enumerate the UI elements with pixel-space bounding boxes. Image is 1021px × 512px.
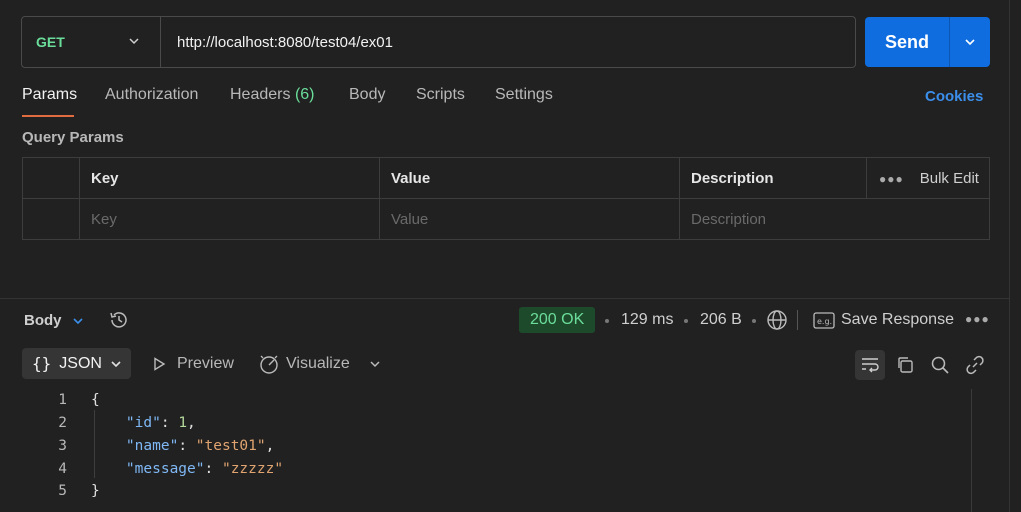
column-header-description: Description — [679, 158, 866, 198]
json-punct: , — [187, 415, 196, 432]
code-line: 3 "name": "test01", — [0, 435, 970, 458]
json-key: "message" — [125, 460, 205, 477]
tab-scripts[interactable]: Scripts — [416, 86, 465, 104]
separator-dot — [605, 319, 609, 323]
chevron-down-icon — [965, 39, 975, 46]
search-button[interactable] — [925, 350, 955, 380]
json-key: "id" — [125, 415, 161, 432]
code-line: 1 { — [0, 389, 970, 412]
link-button[interactable] — [960, 350, 990, 380]
json-key: "name" — [125, 437, 179, 454]
column-header-value: Value — [379, 158, 679, 198]
code-text: "name": "test01", — [125, 437, 275, 454]
url-bar: GET http://localhost:8080/test04/ex01 — [21, 16, 856, 68]
separator-dot — [752, 319, 756, 323]
tab-body[interactable]: Body — [349, 86, 385, 104]
toolbar-divider — [797, 310, 798, 330]
format-label: JSON — [59, 354, 102, 372]
wrap-lines-button[interactable] — [855, 350, 885, 380]
json-value: "zzzzz" — [221, 460, 284, 477]
globe-icon[interactable] — [765, 308, 789, 332]
code-text: { — [91, 392, 100, 409]
code-text: "id": 1, — [125, 415, 196, 432]
code-line: 4 "message": "zzzzz" — [0, 457, 970, 480]
table-header-row: Key Value Description ●●● Bulk Edit — [23, 158, 989, 199]
response-header: Body 200 OK 129 ms 206 B e.g. Save Respo… — [0, 304, 1010, 336]
chevron-down-icon — [129, 38, 139, 45]
code-text: } — [91, 483, 100, 500]
more-options-icon[interactable]: ●●● — [965, 312, 990, 326]
query-params-title: Query Params — [22, 129, 124, 146]
visualize-button[interactable]: Visualize — [286, 355, 350, 373]
preview-button[interactable]: Preview — [177, 355, 234, 373]
history-icon[interactable] — [108, 309, 130, 331]
response-size[interactable]: 206 B — [700, 311, 742, 329]
line-number: 1 — [58, 392, 67, 409]
tab-settings[interactable]: Settings — [495, 86, 553, 104]
tab-params[interactable]: Params — [22, 86, 77, 104]
search-icon — [931, 356, 949, 374]
copy-icon — [898, 357, 913, 373]
key-input[interactable]: Key — [79, 199, 379, 240]
value-input[interactable]: Value — [379, 199, 679, 240]
chevron-down-icon[interactable] — [369, 358, 381, 370]
visualize-icon — [260, 355, 278, 374]
line-number: 2 — [58, 415, 67, 432]
save-response-button[interactable]: Save Response — [841, 311, 954, 329]
chevron-down-icon — [111, 360, 121, 367]
indent-guide — [94, 410, 95, 478]
response-time[interactable]: 129 ms — [621, 311, 673, 329]
bulk-edit-label: Bulk Edit — [919, 170, 979, 187]
headers-count-badge: (6) — [294, 86, 315, 103]
response-toolbar: {} JSON Preview Visualize — [0, 348, 1010, 380]
response-divider[interactable] — [0, 298, 1010, 299]
tab-headers[interactable]: Headers (6) — [230, 86, 315, 104]
save-response-icon: e.g. — [813, 312, 835, 329]
send-dropdown-button[interactable] — [950, 17, 990, 67]
link-icon — [966, 355, 984, 375]
method-select[interactable]: GET — [22, 17, 161, 67]
query-params-table: Key Value Description ●●● Bulk Edit Key … — [22, 157, 990, 240]
side-panel-divider — [1009, 0, 1010, 512]
table-row: Key Value Description — [23, 199, 989, 240]
cookies-link[interactable]: Cookies — [925, 88, 983, 105]
wrap-lines-icon — [862, 358, 879, 373]
row-checkbox-cell — [23, 199, 79, 240]
code-line: 2 "id": 1, — [0, 412, 970, 435]
json-punct: , — [265, 437, 275, 454]
tab-authorization[interactable]: Authorization — [105, 86, 198, 104]
line-number: 5 — [58, 483, 67, 500]
method-label: GET — [36, 34, 65, 50]
description-input[interactable]: Description — [679, 199, 990, 240]
bulk-edit-button[interactable]: ●●● Bulk Edit — [866, 158, 990, 199]
copy-button[interactable] — [890, 350, 920, 380]
format-select[interactable]: {} JSON — [22, 348, 131, 379]
response-body-label[interactable]: Body — [24, 312, 62, 329]
code-line: 5 } — [0, 480, 970, 503]
tab-headers-label: Headers — [230, 86, 291, 103]
line-number: 3 — [58, 437, 67, 454]
response-body-editor[interactable]: 1 { 2 "id": 1, 3 "name": "test01", 4 "me… — [0, 389, 970, 503]
line-number: 4 — [58, 460, 67, 477]
more-options-icon[interactable]: ●●● — [879, 172, 904, 186]
send-button-group: Send — [865, 17, 990, 67]
svg-text:e.g.: e.g. — [817, 317, 832, 326]
checkbox-column-header — [23, 158, 79, 198]
url-input[interactable]: http://localhost:8080/test04/ex01 — [161, 34, 393, 51]
active-tab-indicator — [22, 115, 74, 117]
play-icon — [154, 357, 166, 371]
separator-dot — [684, 319, 688, 323]
scrollbar[interactable] — [971, 389, 972, 512]
json-value: "test01" — [195, 437, 266, 454]
json-value: 1 — [178, 415, 188, 432]
braces-icon: {} — [32, 354, 52, 373]
send-button[interactable]: Send — [865, 17, 949, 67]
column-header-key: Key — [79, 158, 379, 198]
code-text: "message": "zzzzz" — [125, 460, 284, 477]
status-badge[interactable]: 200 OK — [519, 307, 596, 333]
chevron-down-icon[interactable] — [72, 315, 84, 327]
